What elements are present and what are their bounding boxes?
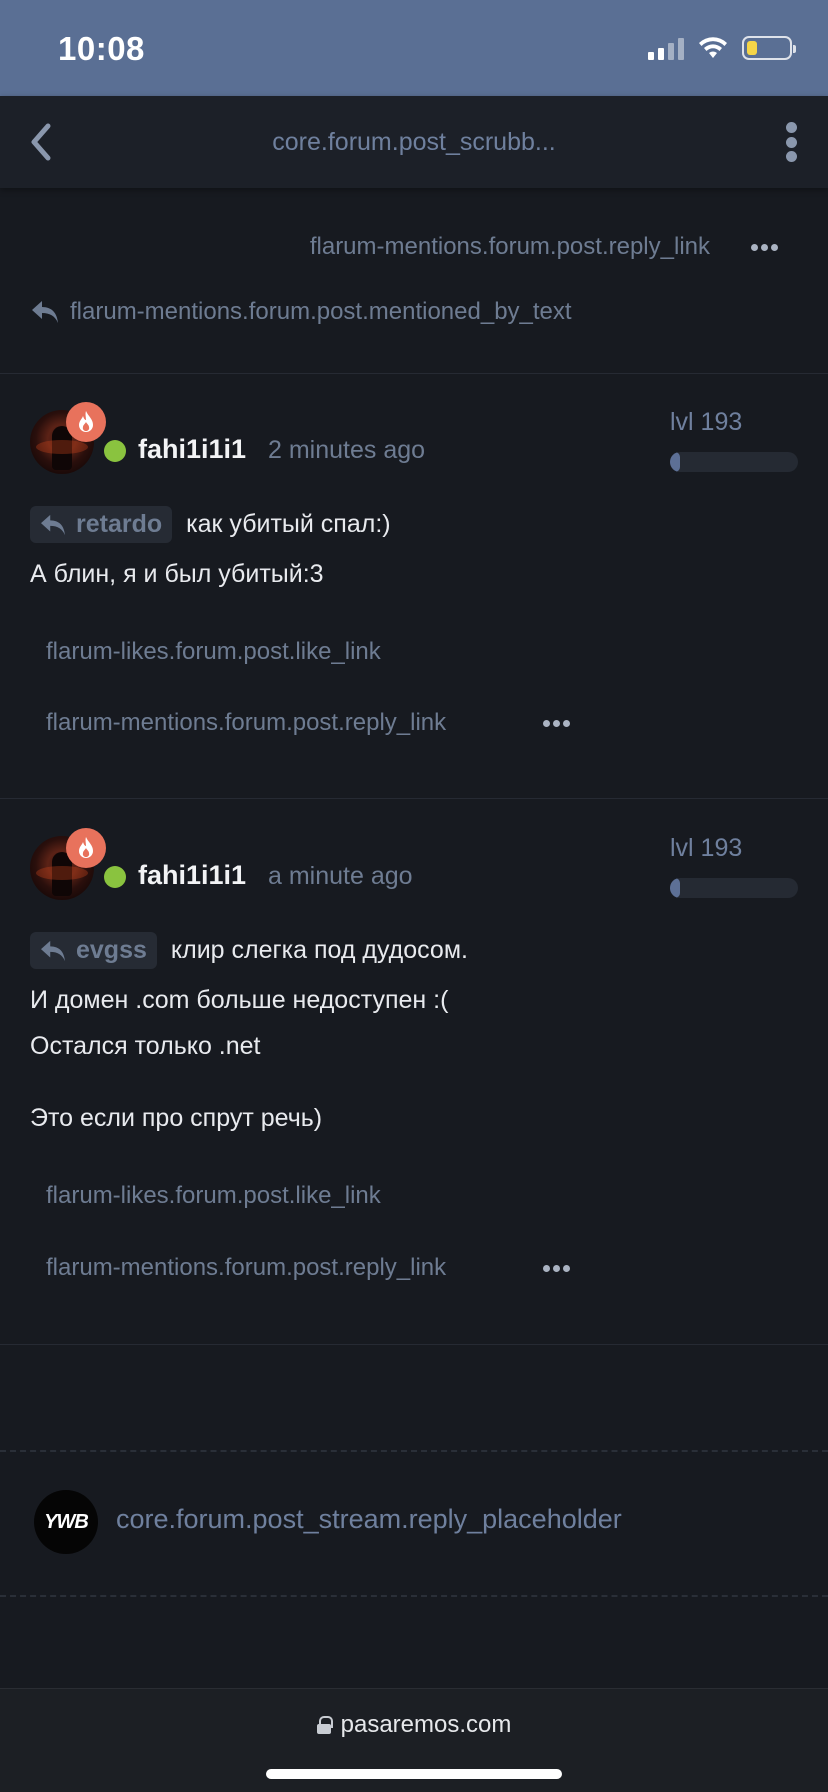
user-avatar: YWB [34,1490,98,1554]
wifi-icon [699,37,727,58]
post-text: как убитый спал:) [186,510,391,538]
reply-placeholder[interactable]: core.forum.post_stream.reply_placeholder [116,1504,622,1535]
post-text: А блин, я и был убитый:3 [30,560,324,588]
like-link[interactable]: flarum-likes.forum.post.like_link [46,638,381,666]
reply-link[interactable]: flarum-mentions.forum.post.reply_link [46,709,446,737]
post-menu-icon[interactable] [751,244,778,251]
post-text: И домен .com больше недоступен :( [30,986,449,1014]
composer-border-bottom [0,1595,828,1597]
fire-badge-icon [66,402,106,442]
post-time[interactable]: a minute ago [268,862,413,891]
level-progress-bar [670,878,798,898]
fire-badge-icon [66,828,106,868]
mention-pill[interactable]: retardo [30,506,173,543]
battery-icon [742,36,796,60]
post-menu-icon[interactable] [543,1265,570,1272]
post-divider [0,1344,828,1345]
username[interactable]: fahi1i1i1 [138,860,246,891]
post-time[interactable]: 2 minutes ago [268,436,425,465]
address-bar[interactable]: pasaremos.com [0,1711,828,1739]
page-title[interactable]: core.forum.post_scrubb... [0,128,828,157]
post-text: клир слегка под дудосом. [170,936,468,964]
online-status-dot [104,440,126,462]
username[interactable]: fahi1i1i1 [138,434,246,465]
reply-arrow-icon [32,301,58,323]
url-text: pasaremos.com [340,1711,512,1738]
mention-pill[interactable]: evgss [30,932,157,969]
level-label: lvl 193 [670,408,743,436]
reply-link[interactable]: flarum-mentions.forum.post.reply_link [310,233,710,261]
status-icons [648,34,796,62]
post-menu-icon[interactable] [543,720,570,727]
reply-link[interactable]: flarum-mentions.forum.post.reply_link [46,1254,446,1282]
mention-username: retardo [76,510,163,538]
mention-username: evgss [76,936,147,964]
post-text: Остался только .net [30,1032,261,1060]
level-progress-fill [670,452,680,472]
mentioned-by[interactable]: flarum-mentions.forum.post.mentioned_by_… [30,298,572,326]
avatar[interactable] [30,828,106,900]
mentioned-by-text: flarum-mentions.forum.post.mentioned_by_… [70,298,572,325]
level-progress-fill [670,878,680,898]
avatar[interactable] [30,402,106,474]
signal-icon [648,36,684,60]
post-divider [0,373,828,374]
composer-border-top [0,1450,828,1452]
post-divider [0,798,828,799]
online-status-dot [104,866,126,888]
level-label: lvl 193 [670,834,743,862]
reply-arrow-icon [41,940,65,961]
more-options-icon[interactable] [784,122,798,162]
app-header: core.forum.post_scrubb... [0,96,828,188]
lock-icon [316,1716,333,1734]
post-body-line: retardo как убитый спал:) [30,506,391,543]
level-progress-bar [670,452,798,472]
reply-arrow-icon [41,514,65,535]
post-text: Это если про спрут речь) [30,1104,323,1132]
like-link[interactable]: flarum-likes.forum.post.like_link [46,1182,381,1210]
status-bar: 10:08 [0,0,828,96]
post-body-line: evgss клир слегка под дудосом. [30,932,468,969]
status-time: 10:08 [58,30,145,67]
home-indicator[interactable] [266,1769,562,1779]
browser-bar: pasaremos.com [0,1688,828,1792]
